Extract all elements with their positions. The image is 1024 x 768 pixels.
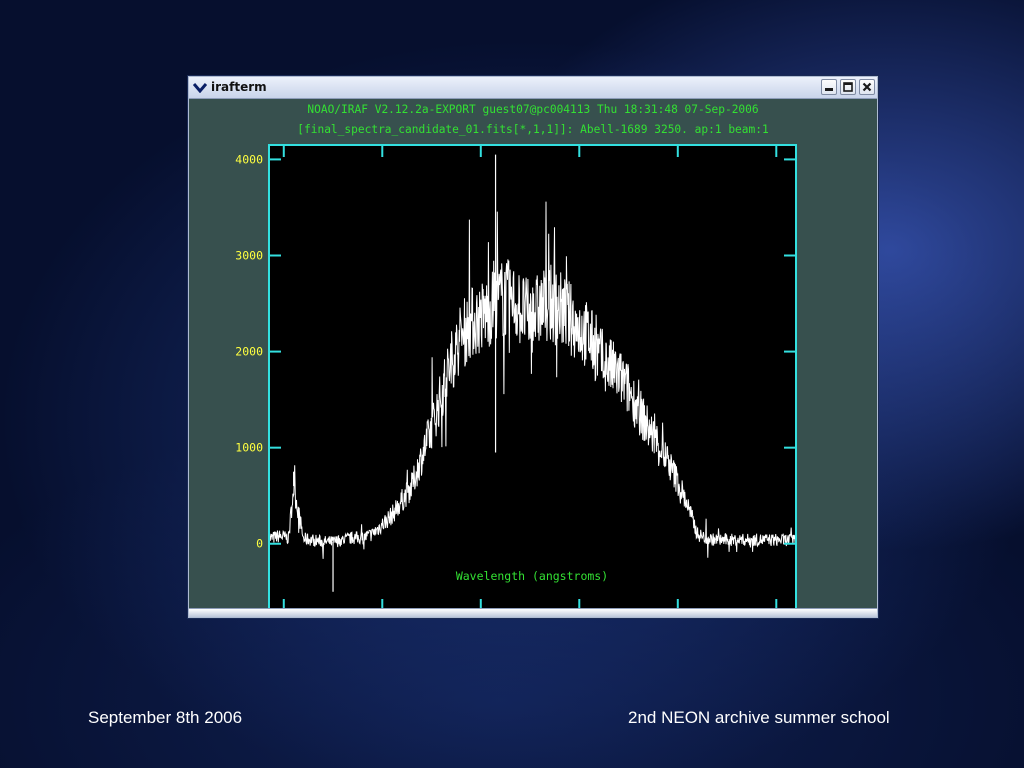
chevron-down-icon[interactable]	[192, 80, 208, 95]
y-tick-label-2000: 2000	[235, 345, 263, 359]
close-icon[interactable]	[859, 79, 875, 95]
window-bottom-bar	[189, 608, 877, 617]
x-axis-label: Wavelength (angstroms)	[456, 569, 608, 583]
spectrum-plot: NOAO/IRAF V2.12.2a-EXPORT guest07@pc0041…	[235, 103, 797, 610]
window-title: irafterm	[211, 80, 267, 94]
slide: irafterm NOAO/IRAF V2.12.2a-EXPORT guest…	[0, 0, 1024, 768]
window-titlebar[interactable]: irafterm	[189, 77, 877, 99]
plot-header-line2: [final_spectra_candidate_01.fits[*,1,1]]…	[297, 123, 768, 136]
footer-event: 2nd NEON archive summer school	[628, 708, 890, 727]
y-tick-label-4000: 4000	[235, 152, 263, 166]
y-tick-label-0: 0	[256, 537, 263, 551]
y-tick-label-1000: 1000	[235, 441, 263, 455]
plot-header-line1: NOAO/IRAF V2.12.2a-EXPORT guest07@pc0041…	[307, 103, 759, 116]
footer-date: September 8th 2006	[88, 708, 243, 727]
y-tick-label-3000: 3000	[235, 248, 263, 262]
maximize-icon[interactable]	[840, 79, 856, 95]
minimize-icon[interactable]	[821, 79, 837, 95]
irafterm-window: irafterm NOAO/IRAF V2.12.2a-EXPORT guest…	[188, 76, 878, 618]
